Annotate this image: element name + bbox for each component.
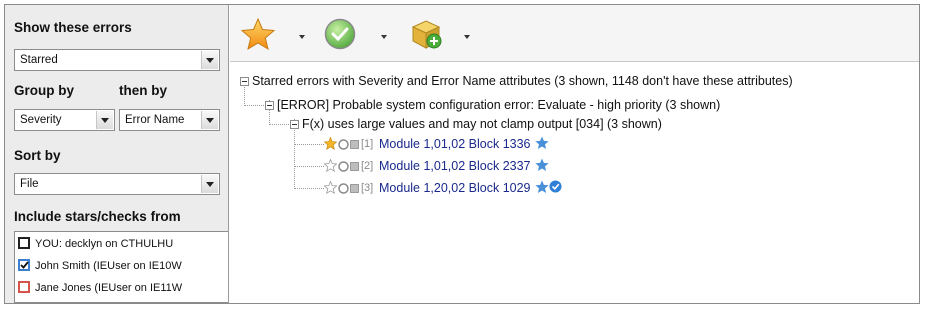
include-stars-label: Include stars/checks from xyxy=(14,209,181,224)
toolbar xyxy=(230,5,919,62)
error-tree: Starred errors with Severity and Error N… xyxy=(230,62,919,303)
item-index: [1] xyxy=(361,138,374,150)
check-circle-icon[interactable] xyxy=(338,183,349,194)
group-by-value: Severity xyxy=(20,114,62,126)
check-circle-icon[interactable] xyxy=(338,139,349,150)
star-blue-icon xyxy=(535,180,549,193)
check-circle-blue-icon xyxy=(549,180,562,193)
chevron-down-icon[interactable] xyxy=(96,111,113,129)
item-label[interactable]: Module 1,01,02 Block 1336 xyxy=(379,136,531,152)
star-blue-icon xyxy=(535,136,549,149)
show-errors-select[interactable]: Starred xyxy=(14,49,220,71)
check-circle-icon[interactable] xyxy=(338,161,349,172)
package-icon[interactable] xyxy=(350,139,359,150)
star-outline-icon[interactable] xyxy=(324,181,337,194)
then-by-label: then by xyxy=(119,83,168,98)
then-by-select[interactable]: Error Name xyxy=(119,109,220,131)
user-label: John Smith (IEUser on IE10W xyxy=(35,260,182,272)
item-index: [3] xyxy=(361,182,374,194)
filter-panel: Show these errors Starred Group by then … xyxy=(5,5,229,303)
then-by-value: Error Name xyxy=(125,114,185,126)
chevron-down-icon[interactable] xyxy=(201,175,218,193)
chevron-down-icon[interactable] xyxy=(201,51,218,69)
user-label: YOU: decklyn on CTHULHU xyxy=(35,238,174,250)
user-label: Jane Jones (IEUser on IE11W xyxy=(35,282,183,294)
check-circle-icon xyxy=(324,18,356,50)
check-button[interactable] xyxy=(323,17,359,51)
package-button[interactable] xyxy=(407,17,445,51)
error-browser-window: Show these errors Starred Group by then … xyxy=(4,4,920,304)
user-list: YOU: decklyn on CTHULHU John Smith (IEUs… xyxy=(14,231,228,303)
user-checkbox[interactable] xyxy=(18,281,30,293)
collapse-subgroup-toggle[interactable] xyxy=(290,120,299,129)
star-filled-icon[interactable] xyxy=(324,137,337,150)
star-button[interactable] xyxy=(240,17,280,51)
sort-by-value: File xyxy=(20,178,39,190)
star-icon xyxy=(240,17,276,51)
collapse-group-toggle[interactable] xyxy=(265,101,274,110)
package-add-icon xyxy=(411,20,442,49)
item-label[interactable]: Module 1,20,02 Block 1029 xyxy=(379,180,531,196)
show-errors-label: Show these errors xyxy=(14,20,132,35)
tree-group-node[interactable]: [ERROR] Probable system configuration er… xyxy=(277,97,720,113)
tree-subgroup-node[interactable]: F(x) uses large values and may not clamp… xyxy=(302,116,662,132)
chevron-down-icon[interactable] xyxy=(201,111,218,129)
package-dropdown-caret[interactable] xyxy=(464,35,470,39)
package-icon[interactable] xyxy=(350,161,359,172)
item-label[interactable]: Module 1,01,02 Block 2337 xyxy=(379,158,531,174)
user-checkbox[interactable] xyxy=(18,259,30,271)
checkmark-icon xyxy=(20,261,29,269)
user-checkbox[interactable] xyxy=(18,237,30,249)
group-by-select[interactable]: Severity xyxy=(14,109,115,131)
star-blue-icon xyxy=(535,158,549,171)
star-outline-icon[interactable] xyxy=(324,159,337,172)
check-dropdown-caret[interactable] xyxy=(381,35,387,39)
sort-by-select[interactable]: File xyxy=(14,173,220,195)
show-errors-value: Starred xyxy=(20,54,58,66)
sort-by-label: Sort by xyxy=(14,148,61,163)
item-index: [2] xyxy=(361,160,374,172)
group-by-label: Group by xyxy=(14,83,74,98)
tree-root-node[interactable]: Starred errors with Severity and Error N… xyxy=(252,73,793,89)
collapse-root-toggle[interactable] xyxy=(240,77,249,86)
star-dropdown-caret[interactable] xyxy=(299,35,305,39)
package-icon[interactable] xyxy=(350,183,359,194)
